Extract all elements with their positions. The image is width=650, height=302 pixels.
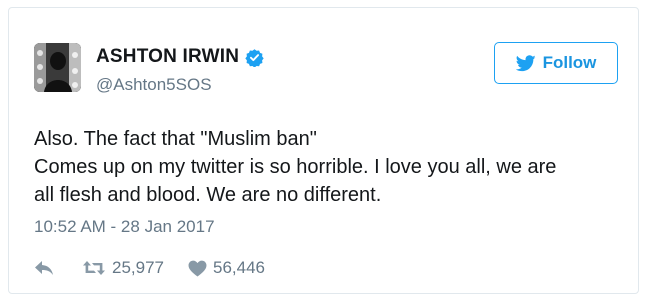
display-name[interactable]: ASHTON IRWIN (96, 46, 239, 68)
retweet-count: 25,977 (112, 258, 164, 277)
tweet-timestamp[interactable]: 10:52 AM - 28 Jan 2017 (34, 217, 215, 237)
retweet-icon (83, 261, 105, 275)
user-handle[interactable]: @Ashton5SOS (96, 75, 212, 95)
heart-icon (188, 260, 207, 277)
reply-button[interactable] (34, 260, 54, 276)
tweet-text-line: all flesh and blood. We are no different… (34, 184, 382, 206)
tweet-text: Also. The fact that "Muslim ban" Comes u… (34, 125, 634, 209)
follow-button[interactable]: Follow (494, 42, 618, 84)
verified-badge-icon (245, 48, 264, 68)
twitter-bird-icon (515, 54, 536, 71)
retweet-button[interactable]: 25,977 (82, 258, 164, 278)
tweet-text-line: Also. The fact that "Muslim ban" (34, 128, 317, 150)
tweet-text-line: Comes up on my twitter is so horrible. I… (34, 156, 557, 178)
follow-button-label: Follow (542, 53, 597, 72)
tweet-card: ASHTON IRWIN @Ashton5SOS Follow Also. Th… (8, 7, 639, 294)
reply-icon (35, 261, 53, 275)
avatar[interactable] (34, 43, 81, 92)
author-name-row: ASHTON IRWIN (96, 46, 264, 68)
like-count: 56,446 (213, 258, 265, 277)
avatar-image (34, 43, 81, 92)
like-button[interactable]: 56,446 (188, 258, 265, 278)
tweet-actions: 25,977 56,446 (34, 258, 265, 278)
